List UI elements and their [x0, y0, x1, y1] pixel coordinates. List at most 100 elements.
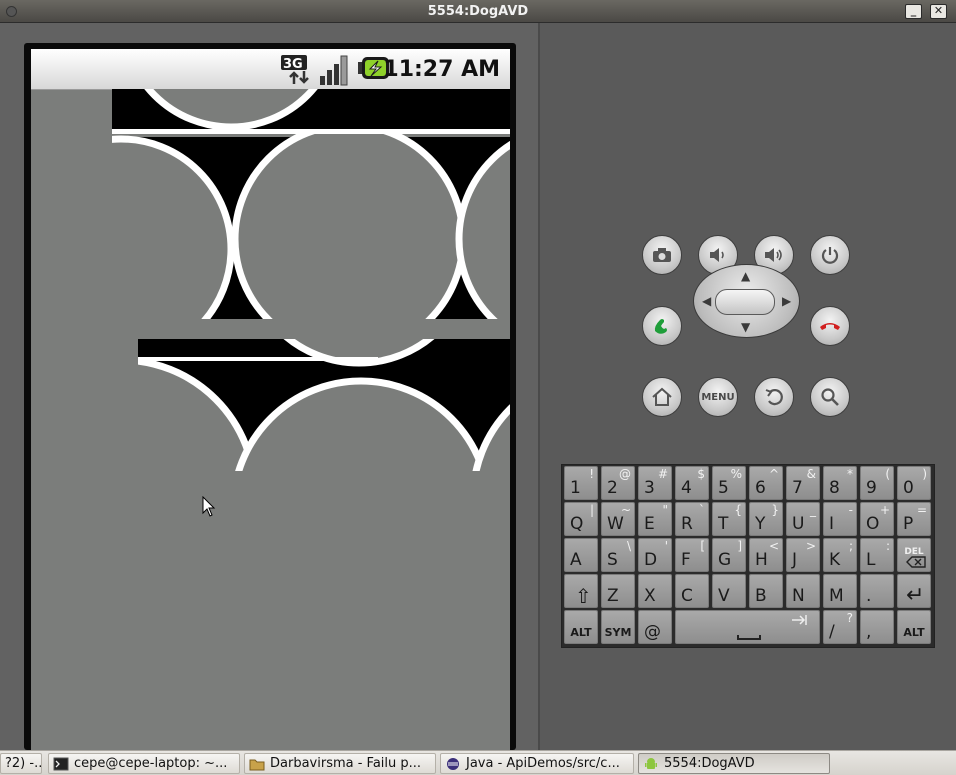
signal-3g-icon: 3G [281, 55, 309, 84]
key-sym[interactable]: SYM [601, 610, 635, 644]
key-symbol[interactable]: @ [638, 610, 672, 644]
key-l[interactable]: L: [860, 538, 894, 572]
status-time: 11:27 AM [383, 57, 500, 82]
volume-up-icon [765, 248, 782, 262]
key-u[interactable]: U _ [786, 502, 820, 536]
key-alt-label: ~ [620, 503, 631, 517]
key-label: U [792, 514, 805, 534]
key-t[interactable]: T{ [712, 502, 746, 536]
dpad-down-icon[interactable]: ▼ [741, 321, 750, 333]
taskbar-item[interactable]: Darbavirsma - Failu p... [244, 753, 436, 774]
key-1[interactable]: 1! [564, 466, 598, 500]
key-space[interactable] [675, 610, 820, 644]
enter-icon: ↵ [906, 583, 925, 608]
camera-button[interactable] [642, 235, 682, 275]
menu-label: MENU [701, 391, 735, 403]
key-alt-label: [ [700, 539, 705, 553]
key-9[interactable]: 9( [860, 466, 894, 500]
key-5[interactable]: 5% [712, 466, 746, 500]
key-o[interactable]: O + [860, 502, 894, 536]
key-label: T [718, 514, 729, 534]
key-m[interactable]: M [823, 574, 857, 608]
key-r[interactable]: R ` [675, 502, 709, 536]
key-delete[interactable]: DEL [897, 538, 931, 572]
menu-button[interactable]: MENU [698, 377, 738, 417]
taskbar-item[interactable]: 5554:DogAVD [638, 753, 830, 774]
taskbar-item[interactable]: ?2) -... [0, 753, 42, 774]
key-f[interactable]: F[ [675, 538, 709, 572]
key-k[interactable]: K; [823, 538, 857, 572]
key-0[interactable]: 0) [897, 466, 931, 500]
key-alt[interactable]: ALT [564, 610, 598, 644]
key-shift[interactable]: ⇧ [564, 574, 598, 608]
key-z[interactable]: Z [601, 574, 635, 608]
key-w[interactable]: W ~ [601, 502, 635, 536]
key-label: I [829, 514, 835, 534]
home-button[interactable] [642, 377, 682, 417]
key-e[interactable]: E " [638, 502, 672, 536]
key-b[interactable]: B [749, 574, 783, 608]
key-label: S [607, 550, 618, 570]
dpad-up-icon[interactable]: ▲ [741, 270, 750, 282]
key-q[interactable]: Q | [564, 502, 598, 536]
close-button[interactable]: ✕ [930, 4, 947, 19]
back-button[interactable] [754, 377, 794, 417]
window-menu-icon[interactable] [6, 6, 17, 17]
key-a[interactable]: A [564, 538, 598, 572]
key-v[interactable]: V [712, 574, 746, 608]
dpad[interactable]: ▲ ▼ ◀ ▶ [693, 264, 800, 338]
key-d[interactable]: D ' [638, 538, 672, 572]
key-n[interactable]: N [786, 574, 820, 608]
taskbar-item[interactable]: cepe@cepe-laptop: ~... [48, 753, 240, 774]
end-call-button[interactable] [810, 306, 850, 346]
key-symbol[interactable]: , [860, 610, 894, 644]
taskbar-item[interactable]: Java - ApiDemos/src/c... [440, 753, 634, 774]
tiled-circle-pattern [112, 89, 510, 471]
call-icon [654, 319, 667, 334]
key-label: ALT [903, 626, 925, 639]
key-2[interactable]: 2 @ [601, 466, 635, 500]
key-8[interactable]: 8 * [823, 466, 857, 500]
device-screen[interactable]: 3G 11:27 AM [31, 49, 510, 750]
taskbar-item-label: ?2) -... [5, 756, 42, 771]
window-titlebar[interactable]: 5554:DogAVD _ ✕ [0, 0, 956, 23]
key-alt-label: > [805, 539, 816, 553]
key-x[interactable]: X [638, 574, 672, 608]
key-label: B [755, 586, 767, 606]
key-alt-label: ; [848, 539, 853, 553]
key-alt-label: < [768, 539, 779, 553]
key-enter[interactable]: ↵ [897, 574, 931, 608]
key-alt-label: \ [626, 539, 631, 553]
key-h[interactable]: H < [749, 538, 783, 572]
key-7[interactable]: 7 & [786, 466, 820, 500]
taskbar-item-label: Java - ApiDemos/src/c... [466, 756, 620, 771]
key-p[interactable]: P = [897, 502, 931, 536]
search-icon [821, 388, 839, 406]
key-symbol[interactable]: /? [823, 610, 857, 644]
search-button[interactable] [810, 377, 850, 417]
dpad-center-button[interactable] [715, 289, 775, 315]
key-y[interactable]: Y} [749, 502, 783, 536]
key-label: E [644, 514, 655, 534]
key-j[interactable]: J > [786, 538, 820, 572]
key-symbol[interactable]: . [860, 574, 894, 608]
dpad-right-icon[interactable]: ▶ [782, 295, 791, 307]
dpad-left-icon[interactable]: ◀ [702, 295, 711, 307]
minimize-button[interactable]: _ [905, 4, 922, 19]
key-alt-label: ! [589, 467, 594, 481]
key-label: J [792, 550, 798, 570]
call-button[interactable] [642, 306, 682, 346]
key-i[interactable]: I- [823, 502, 857, 536]
key-4[interactable]: 4 $ [675, 466, 709, 500]
key-6[interactable]: 6 ^ [749, 466, 783, 500]
key-g[interactable]: G] [712, 538, 746, 572]
power-button[interactable] [810, 235, 850, 275]
key-alt[interactable]: ALT [897, 610, 931, 644]
key-s[interactable]: S \ [601, 538, 635, 572]
key-3[interactable]: 3 # [638, 466, 672, 500]
key-alt-label: ` [699, 503, 705, 517]
key-c[interactable]: C [675, 574, 709, 608]
key-alt-label: } [771, 503, 779, 517]
key-alt-label: ? [846, 611, 853, 625]
key-label: ALT [570, 626, 592, 639]
